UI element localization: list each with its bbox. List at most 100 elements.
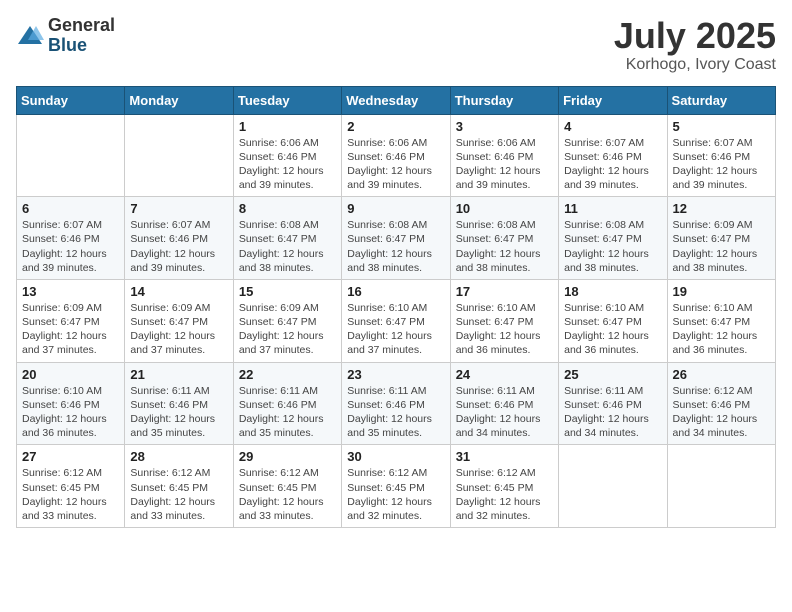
calendar-cell: 13 Sunrise: 6:09 AM Sunset: 6:47 PM Dayli… bbox=[17, 279, 125, 362]
day-detail: Sunrise: 6:10 AM Sunset: 6:47 PM Dayligh… bbox=[456, 301, 553, 358]
day-detail: Sunrise: 6:07 AM Sunset: 6:46 PM Dayligh… bbox=[673, 136, 770, 193]
calendar-cell bbox=[667, 445, 775, 528]
calendar-cell: 29Sunrise: 6:12 AM Sunset: 6:45 PM Dayli… bbox=[233, 445, 341, 528]
calendar-header-monday: Monday bbox=[125, 86, 233, 114]
day-number: 15 bbox=[239, 284, 336, 299]
day-detail: Sunrise: 6:09 AM Sunset: 6:47 PM Dayligh… bbox=[673, 218, 770, 275]
day-detail: Sunrise: 6:11 AM Sunset: 6:46 PM Dayligh… bbox=[347, 384, 444, 441]
day-number: 17 bbox=[456, 284, 553, 299]
calendar-cell: 22Sunrise: 6:11 AM Sunset: 6:46 PM Dayli… bbox=[233, 362, 341, 445]
calendar-header-row: SundayMondayTuesdayWednesdayThursdayFrid… bbox=[17, 86, 776, 114]
logo-blue: Blue bbox=[48, 36, 115, 56]
calendar-table: SundayMondayTuesdayWednesdayThursdayFrid… bbox=[16, 86, 776, 528]
day-detail: Sunrise: 6:06 AM Sunset: 6:46 PM Dayligh… bbox=[456, 136, 553, 193]
calendar-week-1: 1 Sunrise: 6:06 AM Sunset: 6:46 PM Daylig… bbox=[17, 114, 776, 197]
calendar-cell: 2 Sunrise: 6:06 AM Sunset: 6:46 PM Daylig… bbox=[342, 114, 450, 197]
day-number: 2 bbox=[347, 119, 444, 134]
calendar-cell: 19 Sunrise: 6:10 AM Sunset: 6:47 PM Dayli… bbox=[667, 279, 775, 362]
calendar-cell: 20 Sunrise: 6:10 AM Sunset: 6:46 PM Dayli… bbox=[17, 362, 125, 445]
calendar-cell: 10 Sunrise: 6:08 AM Sunset: 6:47 PM Dayli… bbox=[450, 197, 558, 280]
day-number: 11 bbox=[564, 201, 661, 216]
day-number: 29 bbox=[239, 449, 336, 464]
calendar-week-4: 20 Sunrise: 6:10 AM Sunset: 6:46 PM Dayli… bbox=[17, 362, 776, 445]
calendar-cell: 18 Sunrise: 6:10 AM Sunset: 6:47 PM Dayli… bbox=[559, 279, 667, 362]
day-detail: Sunrise: 6:11 AM Sunset: 6:46 PM Dayligh… bbox=[564, 384, 661, 441]
day-number: 10 bbox=[456, 201, 553, 216]
day-detail: Sunrise: 6:10 AM Sunset: 6:47 PM Dayligh… bbox=[564, 301, 661, 358]
day-detail: Sunrise: 6:12 AM Sunset: 6:45 PM Dayligh… bbox=[22, 466, 119, 523]
calendar-cell: 1Sunrise: 6:06 AM Sunset: 6:46 PM Daylig… bbox=[233, 114, 341, 197]
calendar-cell: 28Sunrise: 6:12 AM Sunset: 6:45 PM Dayli… bbox=[125, 445, 233, 528]
day-number: 24 bbox=[456, 367, 553, 382]
calendar-cell: 30 Sunrise: 6:12 AM Sunset: 6:45 PM Dayli… bbox=[342, 445, 450, 528]
day-number: 27 bbox=[22, 449, 119, 464]
calendar-cell: 8Sunrise: 6:08 AM Sunset: 6:47 PM Daylig… bbox=[233, 197, 341, 280]
calendar-cell: 25 Sunrise: 6:11 AM Sunset: 6:46 PM Dayli… bbox=[559, 362, 667, 445]
calendar-week-2: 6Sunrise: 6:07 AM Sunset: 6:46 PM Daylig… bbox=[17, 197, 776, 280]
calendar-cell: 17 Sunrise: 6:10 AM Sunset: 6:47 PM Dayli… bbox=[450, 279, 558, 362]
day-detail: Sunrise: 6:10 AM Sunset: 6:47 PM Dayligh… bbox=[673, 301, 770, 358]
calendar-cell: 31 Sunrise: 6:12 AM Sunset: 6:45 PM Dayli… bbox=[450, 445, 558, 528]
day-detail: Sunrise: 6:07 AM Sunset: 6:46 PM Dayligh… bbox=[22, 218, 119, 275]
calendar-cell: 12Sunrise: 6:09 AM Sunset: 6:47 PM Dayli… bbox=[667, 197, 775, 280]
calendar-header-sunday: Sunday bbox=[17, 86, 125, 114]
calendar-header-saturday: Saturday bbox=[667, 86, 775, 114]
day-detail: Sunrise: 6:06 AM Sunset: 6:46 PM Dayligh… bbox=[347, 136, 444, 193]
day-number: 7 bbox=[130, 201, 227, 216]
page-header: General Blue July 2025 Korhogo, Ivory Co… bbox=[16, 16, 776, 74]
calendar-cell bbox=[559, 445, 667, 528]
month-title: July 2025 bbox=[614, 16, 776, 56]
calendar-week-3: 13 Sunrise: 6:09 AM Sunset: 6:47 PM Dayli… bbox=[17, 279, 776, 362]
day-detail: Sunrise: 6:11 AM Sunset: 6:46 PM Dayligh… bbox=[456, 384, 553, 441]
day-number: 4 bbox=[564, 119, 661, 134]
day-number: 1 bbox=[239, 119, 336, 134]
calendar-cell: 15Sunrise: 6:09 AM Sunset: 6:47 PM Dayli… bbox=[233, 279, 341, 362]
calendar-header-wednesday: Wednesday bbox=[342, 86, 450, 114]
day-number: 25 bbox=[564, 367, 661, 382]
day-number: 18 bbox=[564, 284, 661, 299]
day-number: 20 bbox=[22, 367, 119, 382]
day-detail: Sunrise: 6:09 AM Sunset: 6:47 PM Dayligh… bbox=[22, 301, 119, 358]
logo-icon bbox=[16, 22, 44, 50]
day-number: 5 bbox=[673, 119, 770, 134]
day-detail: Sunrise: 6:07 AM Sunset: 6:46 PM Dayligh… bbox=[130, 218, 227, 275]
calendar-cell: 14 Sunrise: 6:09 AM Sunset: 6:47 PM Dayli… bbox=[125, 279, 233, 362]
calendar-cell: 26Sunrise: 6:12 AM Sunset: 6:46 PM Dayli… bbox=[667, 362, 775, 445]
logo-general: General bbox=[48, 16, 115, 36]
day-number: 13 bbox=[22, 284, 119, 299]
day-number: 23 bbox=[347, 367, 444, 382]
day-detail: Sunrise: 6:08 AM Sunset: 6:47 PM Dayligh… bbox=[456, 218, 553, 275]
day-number: 9 bbox=[347, 201, 444, 216]
day-detail: Sunrise: 6:12 AM Sunset: 6:45 PM Dayligh… bbox=[347, 466, 444, 523]
calendar-cell: 7 Sunrise: 6:07 AM Sunset: 6:46 PM Daylig… bbox=[125, 197, 233, 280]
calendar-cell bbox=[125, 114, 233, 197]
day-detail: Sunrise: 6:12 AM Sunset: 6:45 PM Dayligh… bbox=[456, 466, 553, 523]
calendar-header-friday: Friday bbox=[559, 86, 667, 114]
day-number: 14 bbox=[130, 284, 227, 299]
day-number: 26 bbox=[673, 367, 770, 382]
calendar-cell: 6Sunrise: 6:07 AM Sunset: 6:46 PM Daylig… bbox=[17, 197, 125, 280]
day-number: 3 bbox=[456, 119, 553, 134]
calendar-cell bbox=[17, 114, 125, 197]
calendar-header-thursday: Thursday bbox=[450, 86, 558, 114]
location: Korhogo, Ivory Coast bbox=[614, 56, 776, 74]
logo: General Blue bbox=[16, 16, 115, 56]
day-detail: Sunrise: 6:10 AM Sunset: 6:46 PM Dayligh… bbox=[22, 384, 119, 441]
calendar-cell: 9 Sunrise: 6:08 AM Sunset: 6:47 PM Daylig… bbox=[342, 197, 450, 280]
calendar-cell: 27 Sunrise: 6:12 AM Sunset: 6:45 PM Dayli… bbox=[17, 445, 125, 528]
day-detail: Sunrise: 6:09 AM Sunset: 6:47 PM Dayligh… bbox=[130, 301, 227, 358]
calendar-cell: 24 Sunrise: 6:11 AM Sunset: 6:46 PM Dayli… bbox=[450, 362, 558, 445]
calendar-cell: 16Sunrise: 6:10 AM Sunset: 6:47 PM Dayli… bbox=[342, 279, 450, 362]
day-number: 19 bbox=[673, 284, 770, 299]
day-number: 30 bbox=[347, 449, 444, 464]
day-detail: Sunrise: 6:11 AM Sunset: 6:46 PM Dayligh… bbox=[130, 384, 227, 441]
calendar-cell: 23 Sunrise: 6:11 AM Sunset: 6:46 PM Dayli… bbox=[342, 362, 450, 445]
day-detail: Sunrise: 6:12 AM Sunset: 6:45 PM Dayligh… bbox=[130, 466, 227, 523]
logo-text: General Blue bbox=[48, 16, 115, 56]
day-number: 31 bbox=[456, 449, 553, 464]
day-detail: Sunrise: 6:11 AM Sunset: 6:46 PM Dayligh… bbox=[239, 384, 336, 441]
day-number: 8 bbox=[239, 201, 336, 216]
calendar-cell: 4Sunrise: 6:07 AM Sunset: 6:46 PM Daylig… bbox=[559, 114, 667, 197]
day-number: 16 bbox=[347, 284, 444, 299]
day-detail: Sunrise: 6:08 AM Sunset: 6:47 PM Dayligh… bbox=[347, 218, 444, 275]
